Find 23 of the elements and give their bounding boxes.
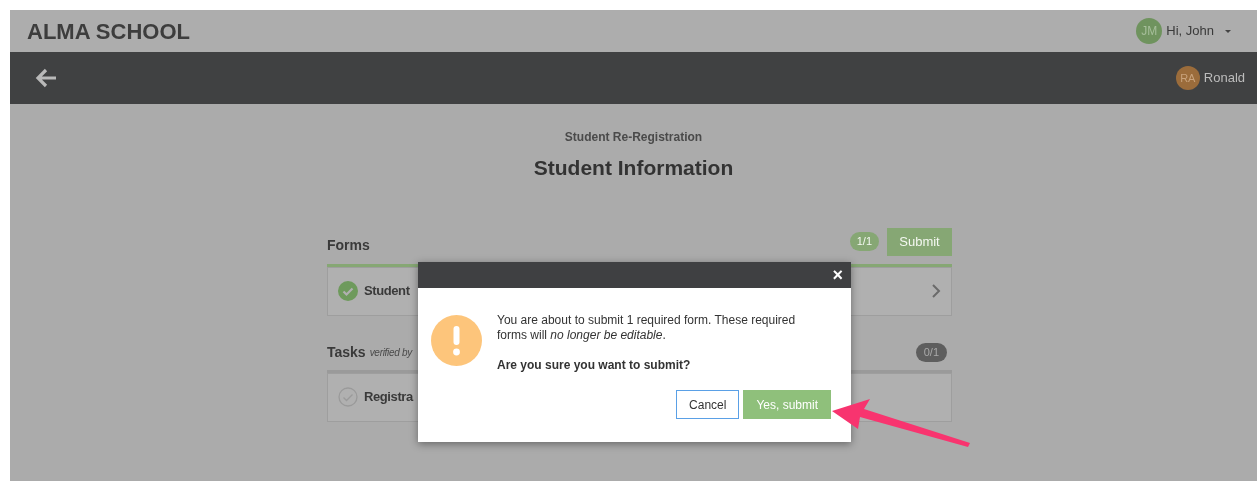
user-avatar: JM: [1136, 18, 1163, 44]
warning-icon: [431, 315, 482, 366]
brand-title: ALMA SCHOOL: [27, 17, 190, 46]
page-subtitle: Student Re-Registration: [564, 129, 703, 146]
close-button[interactable]: ×: [832, 266, 843, 284]
count-badge: 1/1: [849, 232, 879, 251]
student-name: Ronald: [1203, 69, 1245, 88]
section-title: Forms: [327, 236, 370, 255]
chevron-right-icon: [931, 283, 941, 299]
section-note: verified by: [369, 346, 412, 360]
back-arrow-icon[interactable]: [34, 67, 58, 89]
section-title: Tasks: [327, 343, 366, 362]
cancel-button[interactable]: Cancel: [676, 390, 740, 419]
page-title: Student Information: [533, 155, 734, 181]
check-circle-icon: [338, 281, 358, 301]
row-label: Registra: [364, 388, 413, 407]
user-menu[interactable]: JM Hi, John: [1136, 18, 1234, 44]
row-label: Student: [364, 282, 410, 301]
count-badge: 0/1: [915, 343, 947, 362]
dialog-question: Are you sure you want to submit?: [497, 357, 692, 374]
greeting: Hi, John: [1166, 22, 1214, 41]
student-avatar: RA: [1175, 66, 1200, 90]
dialog-message: You are about to submit 1 required form. These required forms will no longer be editable.: [497, 313, 797, 343]
